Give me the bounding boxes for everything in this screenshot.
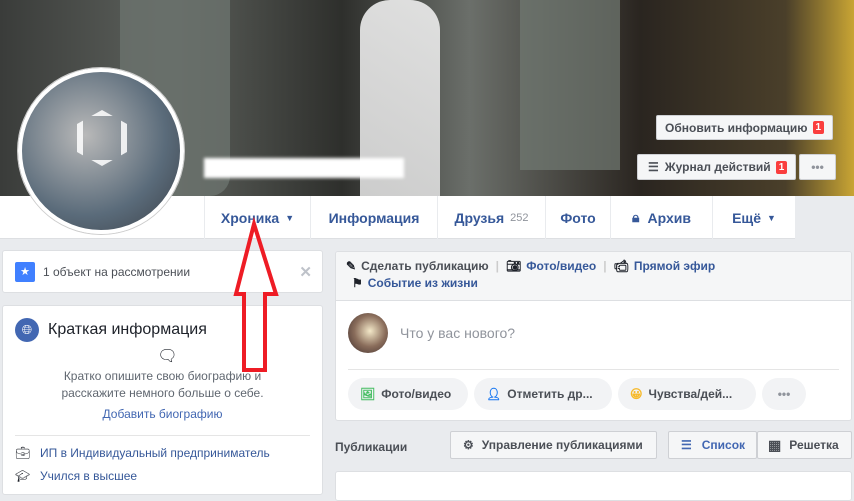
red-arrow-annotation bbox=[233, 216, 279, 372]
